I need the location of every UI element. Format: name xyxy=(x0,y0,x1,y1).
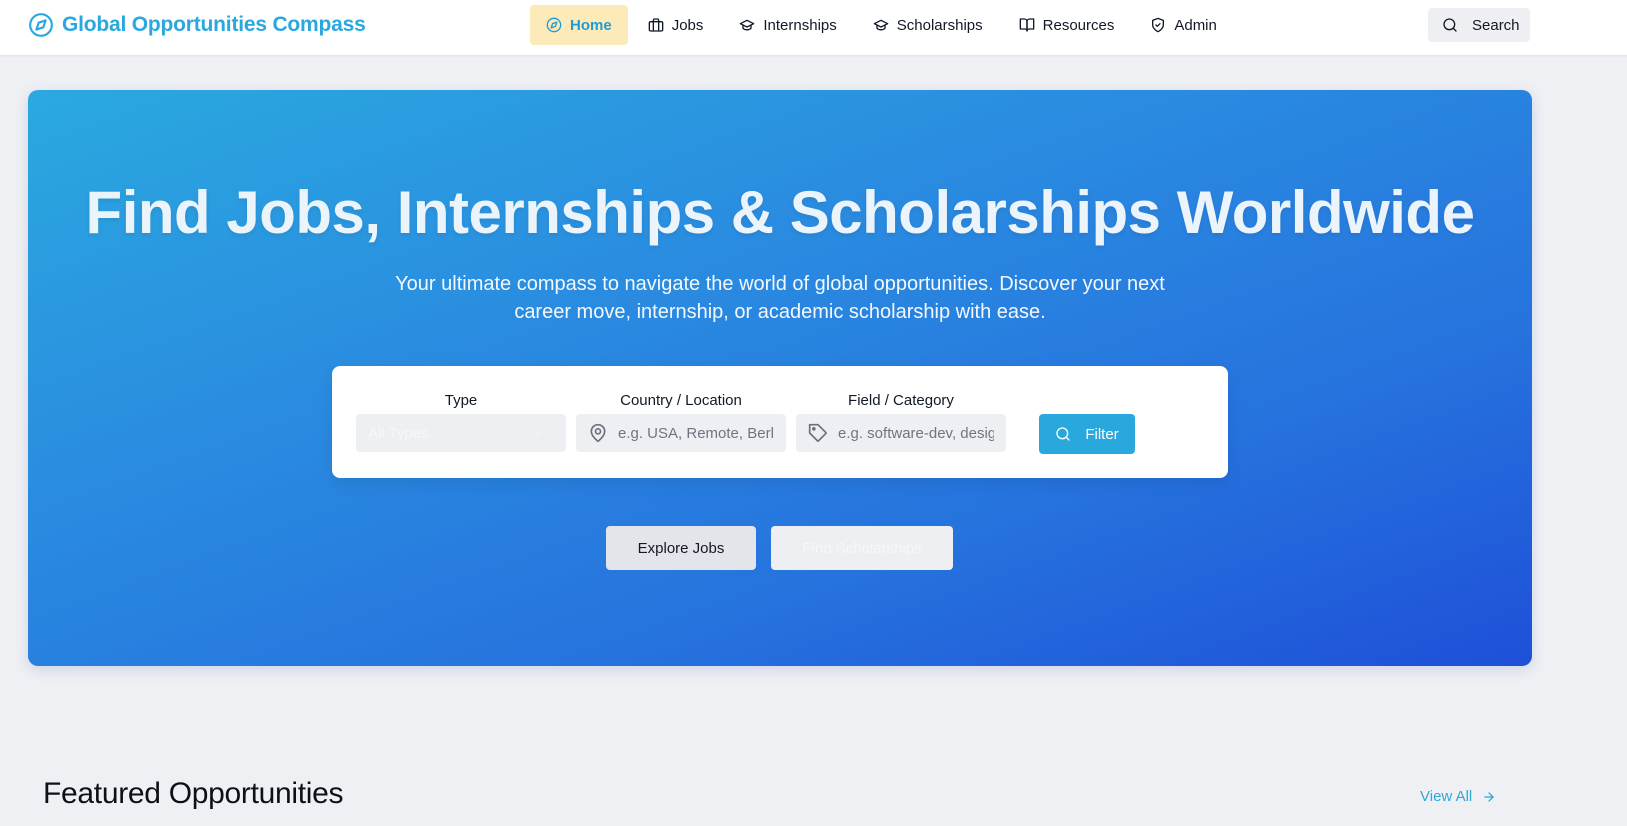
book-open-icon xyxy=(1019,18,1034,32)
search-filter-card: Type All Types Country / Location e.g. U… xyxy=(332,366,1228,478)
location-label: Country / Location xyxy=(620,392,742,409)
location-input[interactable]: e.g. USA, Remote, Berlin xyxy=(576,414,786,452)
hero-banner: Find Jobs, Internships & Scholarships Wo… xyxy=(28,90,1532,666)
briefcase-icon xyxy=(648,18,664,32)
type-select[interactable]: All Types xyxy=(356,414,566,452)
main-nav: Home Jobs Internships Scholarships Resou… xyxy=(530,5,1237,45)
type-select-value: All Types xyxy=(368,424,429,442)
nav-item-admin[interactable]: Admin xyxy=(1134,5,1233,45)
find-scholarships-button[interactable]: Find Scholarships xyxy=(771,526,953,570)
nav-item-resources[interactable]: Resources xyxy=(1003,5,1131,45)
category-label: Field / Category xyxy=(848,392,954,409)
graduation-cap-icon xyxy=(873,19,889,31)
search-icon xyxy=(1056,427,1070,441)
nav-item-label: Internships xyxy=(763,16,837,34)
nav-item-label: Resources xyxy=(1042,16,1115,34)
category-field: Field / Category e.g. software-dev, desi… xyxy=(796,390,1006,452)
shield-check-icon xyxy=(1152,17,1165,33)
type-label: Type xyxy=(444,392,478,409)
location-input-placeholder: e.g. USA, Remote, Berlin xyxy=(618,424,774,442)
nav-item-internships[interactable]: Internships xyxy=(723,5,852,45)
top-navbar: Global Opportunities Compass Home Jobs I… xyxy=(0,0,1627,56)
chevron-down-icon xyxy=(532,430,542,437)
search-icon xyxy=(1443,18,1457,32)
filter-button-label: Filter xyxy=(1085,425,1119,443)
nav-item-label: Admin xyxy=(1174,16,1217,34)
view-all-label: View All xyxy=(1420,788,1473,805)
nav-item-label: Scholarships xyxy=(896,16,983,34)
compass-icon xyxy=(29,13,53,37)
hero-title: Find Jobs, Internships & Scholarships Wo… xyxy=(85,179,1475,246)
brand-logo-link[interactable]: Global Opportunities Compass xyxy=(28,12,366,38)
map-pin-icon xyxy=(590,423,606,443)
graduation-cap-icon xyxy=(740,19,755,31)
location-field: Country / Location e.g. USA, Remote, Ber… xyxy=(576,390,786,452)
nav-item-label: Home xyxy=(570,16,612,34)
tag-icon xyxy=(808,423,827,442)
compass-icon xyxy=(546,17,562,33)
category-input[interactable]: e.g. software-dev, design xyxy=(796,414,1006,452)
type-field: Type All Types xyxy=(356,390,566,452)
nav-item-label: Jobs xyxy=(671,16,704,34)
explore-jobs-button[interactable]: Explore Jobs xyxy=(606,526,756,570)
nav-item-jobs[interactable]: Jobs xyxy=(632,5,720,45)
brand-name: Global Opportunities Compass xyxy=(62,13,366,36)
nav-item-home[interactable]: Home xyxy=(530,5,628,45)
category-input-placeholder: e.g. software-dev, design xyxy=(838,424,994,442)
arrow-right-icon xyxy=(1484,791,1494,802)
featured-section-title: Featured Opportunities xyxy=(43,777,344,810)
filter-button[interactable]: Filter xyxy=(1039,414,1135,454)
nav-item-scholarships[interactable]: Scholarships xyxy=(857,5,999,45)
hero-subtitle: Your ultimate compass to navigate the wo… xyxy=(395,273,1165,323)
view-all-link[interactable]: View All xyxy=(1420,788,1496,805)
search-button[interactable]: Search xyxy=(1428,8,1530,42)
search-button-label: Search xyxy=(1472,16,1520,34)
